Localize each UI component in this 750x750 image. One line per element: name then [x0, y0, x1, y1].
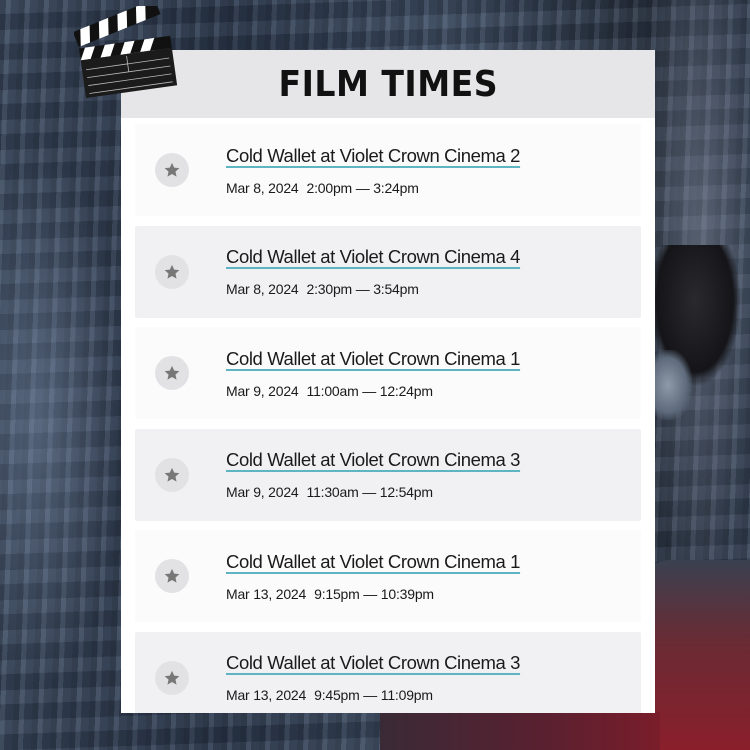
film-times-panel: FILM TIMES Cold Wallet at Violet Crown C… [121, 50, 655, 713]
showtime-datetime: Mar 9, 2024 11:00am — 12:24pm [226, 383, 520, 399]
showtime-text: Cold Wallet at Violet Crown Cinema 4 Mar… [226, 246, 520, 297]
showtimes-list: Cold Wallet at Violet Crown Cinema 2 Mar… [121, 118, 655, 713]
star-icon [164, 569, 180, 584]
star-icon [164, 366, 180, 380]
showtime-link[interactable]: Cold Wallet at Violet Crown Cinema 1 [226, 551, 520, 573]
showtime-time: 9:15pm — 10:39pm [314, 585, 434, 602]
showtime-item: Cold Wallet at Violet Crown Cinema 4 Mar… [135, 225, 641, 318]
favorite-button[interactable] [155, 559, 189, 594]
background-bottom-detail [380, 712, 660, 750]
favorite-button[interactable] [155, 356, 189, 391]
clapperboard-icon [74, 6, 178, 98]
showtime-link[interactable]: Cold Wallet at Violet Crown Cinema 3 [226, 449, 520, 471]
showtime-time: 2:00pm — 3:24pm [306, 179, 419, 196]
showtime-link[interactable]: Cold Wallet at Violet Crown Cinema 4 [226, 246, 520, 268]
showtime-text: Cold Wallet at Violet Crown Cinema 1 Mar… [226, 348, 520, 399]
showtime-text: Cold Wallet at Violet Crown Cinema 1 Mar… [226, 551, 520, 602]
showtime-time: 2:30pm — 3:54pm [306, 281, 419, 298]
showtime-text: Cold Wallet at Violet Crown Cinema 3 Mar… [226, 652, 520, 703]
showtime-time: 11:00am — 12:24pm [306, 382, 434, 399]
showtime-time: 11:30am — 12:54pm [306, 484, 434, 501]
showtime-date: Mar 13, 2024 [226, 585, 307, 602]
showtime-link[interactable]: Cold Wallet at Violet Crown Cinema 1 [226, 348, 520, 370]
showtime-date: Mar 8, 2024 [226, 281, 299, 298]
showtime-item: Cold Wallet at Violet Crown Cinema 1 Mar… [135, 530, 641, 623]
showtime-datetime: Mar 13, 2024 9:45pm — 11:09pm [226, 687, 520, 703]
favorite-button[interactable] [155, 660, 189, 695]
favorite-button[interactable] [155, 457, 189, 492]
showtime-link[interactable]: Cold Wallet at Violet Crown Cinema 3 [226, 652, 520, 674]
showtime-date: Mar 9, 2024 [226, 382, 299, 399]
showtime-date: Mar 9, 2024 [226, 484, 299, 501]
favorite-button[interactable] [155, 153, 189, 187]
showtime-datetime: Mar 9, 2024 11:30am — 12:54pm [226, 484, 520, 500]
showtime-time: 9:45pm — 11:09pm [314, 687, 433, 704]
showtime-item: Cold Wallet at Violet Crown Cinema 3 Mar… [135, 428, 641, 521]
showtime-datetime: Mar 13, 2024 9:15pm — 10:39pm [226, 586, 520, 602]
showtime-date: Mar 8, 2024 [226, 179, 299, 196]
page-title: FILM TIMES [278, 63, 498, 105]
showtime-datetime: Mar 8, 2024 2:00pm — 3:24pm [226, 180, 520, 196]
showtime-text: Cold Wallet at Violet Crown Cinema 3 Mar… [226, 449, 520, 500]
star-icon [164, 264, 180, 279]
showtime-item: Cold Wallet at Violet Crown Cinema 3 Mar… [135, 631, 641, 713]
showtime-text: Cold Wallet at Violet Crown Cinema 2 Mar… [226, 145, 520, 196]
star-icon [164, 162, 180, 177]
showtime-datetime: Mar 8, 2024 2:30pm — 3:54pm [226, 281, 520, 297]
showtime-item: Cold Wallet at Violet Crown Cinema 1 Mar… [135, 327, 641, 420]
panel-header: FILM TIMES [121, 50, 655, 118]
star-icon [164, 467, 180, 482]
showtime-link[interactable]: Cold Wallet at Violet Crown Cinema 2 [226, 145, 520, 167]
background-person-face [652, 350, 692, 420]
showtime-item: Cold Wallet at Violet Crown Cinema 2 Mar… [135, 124, 641, 216]
star-icon [164, 670, 180, 685]
showtime-date: Mar 13, 2024 [226, 687, 307, 704]
favorite-button[interactable] [155, 254, 189, 289]
